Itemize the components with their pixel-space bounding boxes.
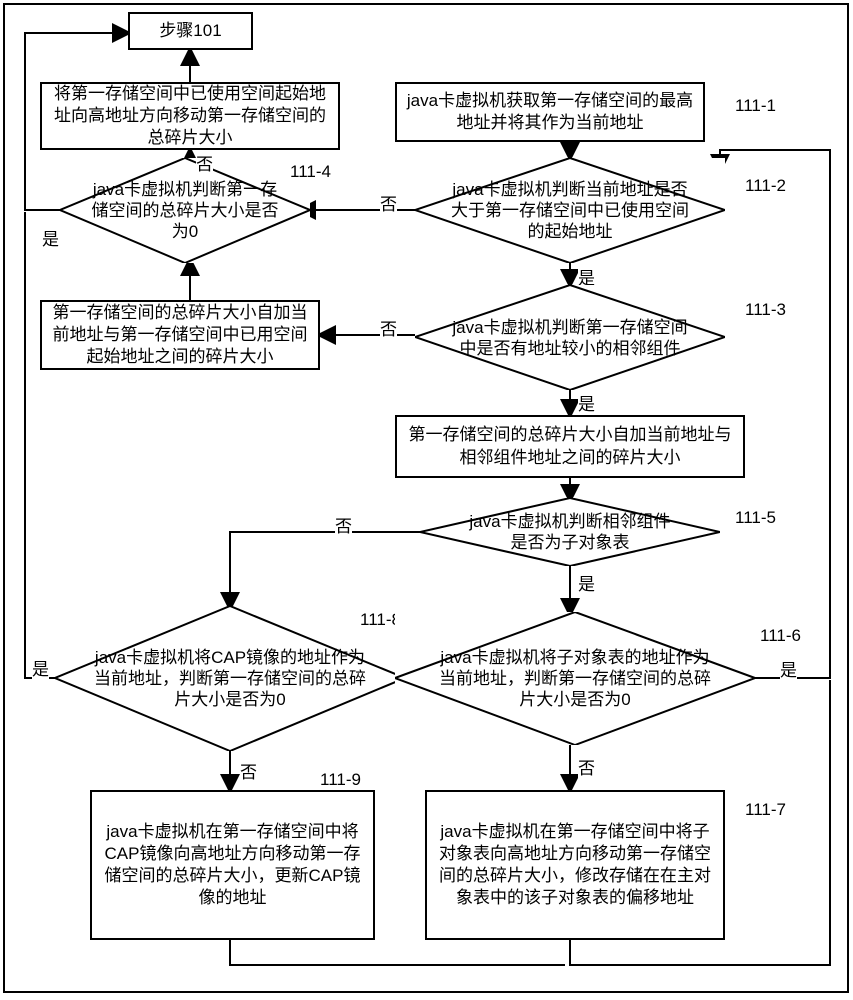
yes-6: 是 [780, 656, 797, 681]
step-101-text: 步骤101 [159, 20, 221, 42]
d-cur-gt-start-text: java卡虚拟机判断当前地址是否大于第一存储空间中已使用空间的起始地址 [449, 179, 691, 243]
no-8: 否 [240, 758, 257, 783]
d-smaller-neighbor: java卡虚拟机判断第一存储空间中是否有地址较小的相邻组件 [415, 285, 725, 390]
d-total-frag-zero: java卡虚拟机判断第一存储空间的总碎片大小是否为0 [60, 158, 310, 263]
d-neighbor-is-subtable: java卡虚拟机判断相邻组件是否为子对象表 [420, 498, 720, 566]
label-111-2: 111-2 [745, 176, 786, 196]
label-111-1: 111-1 [735, 96, 776, 116]
no-2: 否 [380, 190, 397, 215]
move-cap-box: java卡虚拟机在第一存储空间中将CAP镜像向高地址方向移动第一存储空间的总碎片… [90, 790, 375, 940]
d-sub-frag-zero: java卡虚拟机将子对象表的地址作为当前地址，判断第一存储空间的总碎片大小是否为… [395, 612, 755, 745]
label-111-3: 111-3 [745, 300, 786, 320]
add-cur-neighbor-frag-box: 第一存储空间的总碎片大小自加当前地址与相邻组件地址之间的碎片大小 [395, 415, 745, 478]
move-subtable-box: java卡虚拟机在第一存储空间中将子对象表向高地址方向移动第一存储空间的总碎片大… [425, 790, 725, 940]
label-111-9: 111-9 [320, 770, 361, 790]
d-cur-gt-start: java卡虚拟机判断当前地址是否大于第一存储空间中已使用空间的起始地址 [415, 158, 725, 263]
yes-5: 是 [578, 570, 595, 595]
move-subtable-text: java卡虚拟机在第一存储空间中将子对象表向高地址方向移动第一存储空间的总碎片大… [433, 821, 717, 909]
d-total-frag-zero-text: java卡虚拟机判断第一存储空间的总碎片大小是否为0 [88, 179, 283, 243]
no-6: 否 [578, 754, 595, 779]
add-cur-start-frag-text: 第一存储空间的总碎片大小自加当前地址与第一存储空间中已用空间起始地址之间的碎片大… [48, 302, 312, 368]
label-111-4: 111-4 [290, 162, 331, 182]
get-high-addr-box: java卡虚拟机获取第一存储空间的最高地址并将其作为当前地址 [395, 82, 705, 142]
move-start-addr-box: 将第一存储空间中已使用空间起始地址向高地址方向移动第一存储空间的总碎片大小 [40, 82, 340, 150]
add-cur-neighbor-frag-text: 第一存储空间的总碎片大小自加当前地址与相邻组件地址之间的碎片大小 [403, 424, 737, 468]
label-111-7: 111-7 [745, 800, 786, 820]
d-smaller-neighbor-text: java卡虚拟机判断第一存储空间中是否有地址较小的相邻组件 [449, 316, 691, 359]
yes-8: 是 [32, 655, 49, 680]
no-3: 否 [380, 315, 397, 340]
no-5: 否 [335, 512, 352, 537]
step-101-box: 步骤101 [128, 12, 253, 50]
move-start-addr-text: 将第一存储空间中已使用空间起始地址向高地址方向移动第一存储空间的总碎片大小 [48, 83, 332, 149]
label-111-5: 111-5 [735, 508, 776, 528]
yes-1: 是 [42, 225, 59, 250]
no-1: 否 [196, 150, 213, 175]
d-cap-frag-zero-text: java卡虚拟机将CAP镜像的地址作为当前地址，判断第一存储空间的总碎片大小是否… [94, 647, 367, 711]
d-cap-frag-zero: java卡虚拟机将CAP镜像的地址作为当前地址，判断第一存储空间的总碎片大小是否… [55, 606, 405, 751]
get-high-addr-text: java卡虚拟机获取第一存储空间的最高地址并将其作为当前地址 [403, 90, 697, 134]
d-sub-frag-zero-text: java卡虚拟机将子对象表的地址作为当前地址，判断第一存储空间的总碎片大小是否为… [435, 647, 716, 711]
add-cur-start-frag-box: 第一存储空间的总碎片大小自加当前地址与第一存储空间中已用空间起始地址之间的碎片大… [40, 300, 320, 370]
yes-3: 是 [578, 390, 595, 415]
move-cap-text: java卡虚拟机在第一存储空间中将CAP镜像向高地址方向移动第一存储空间的总碎片… [98, 821, 367, 909]
d-neighbor-is-subtable-text: java卡虚拟机判断相邻组件是否为子对象表 [462, 511, 678, 554]
label-111-6: 111-6 [760, 626, 801, 646]
